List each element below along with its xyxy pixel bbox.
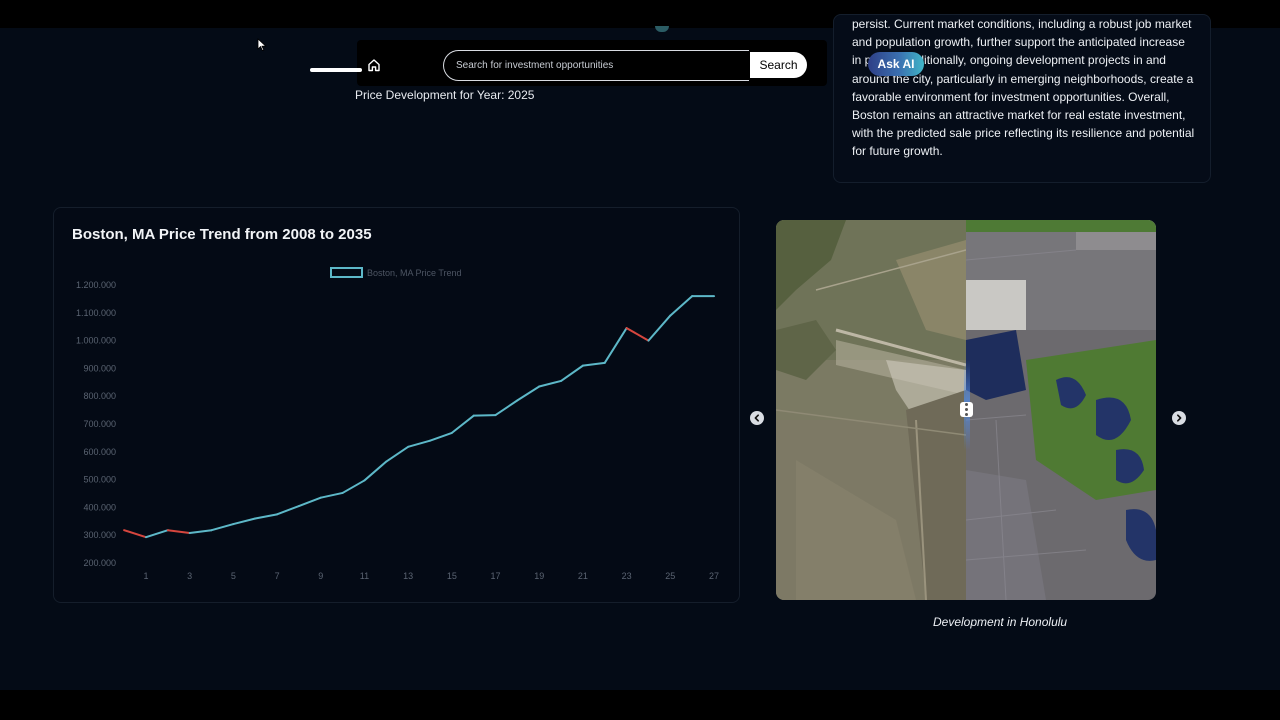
search-button[interactable]: Search [750, 52, 807, 78]
line-segment-down [166, 529, 191, 534]
line-segment-up [297, 496, 322, 508]
nav-indicator [310, 68, 362, 72]
y-tick-label: 700.000 [83, 419, 116, 429]
y-tick-label: 1.000.000 [76, 336, 116, 346]
line-segment-up [669, 295, 694, 317]
line-segment-up [516, 385, 541, 402]
x-tick-label: 9 [318, 571, 323, 581]
carousel-next-button[interactable] [1172, 411, 1186, 425]
x-tick-label: 25 [665, 571, 675, 581]
y-tick-label: 800.000 [83, 391, 116, 401]
line-segment-up [385, 445, 410, 463]
x-tick-label: 13 [403, 571, 413, 581]
ask-ai-button[interactable]: Ask AI [868, 52, 924, 76]
line-segment-up [145, 529, 169, 539]
analysis-text: persist. Current market conditions, incl… [852, 17, 1195, 159]
x-tick-label: 21 [578, 571, 588, 581]
before-aerial-image [776, 220, 966, 600]
x-tick-label: 1 [143, 571, 148, 581]
search-input[interactable] [456, 51, 746, 80]
line-segment-up [538, 379, 563, 388]
line-segment-up [210, 523, 235, 532]
y-tick-label: 600.000 [83, 447, 116, 457]
carousel-caption: Development in Honolulu [933, 615, 1068, 629]
line-segment-up [319, 491, 344, 499]
price-trend-chart: Boston, MA Price Trend 1.200.000 1.100.000… [76, 267, 719, 581]
line-segment-up [472, 414, 497, 417]
line-segment-up [603, 327, 628, 364]
line-segment-up [450, 414, 475, 434]
analysis-card: persist. Current market conditions, incl… [833, 14, 1211, 183]
line-segment-up [407, 439, 431, 448]
line-segment-up [254, 513, 279, 520]
line-segment-down [123, 529, 147, 539]
compare-slider-handle[interactable] [960, 402, 973, 417]
price-development-label: Price Development for Year: 2025 [355, 88, 535, 102]
x-tick-label: 27 [709, 571, 719, 581]
line-segment-down [625, 327, 650, 342]
y-tick-label: 900.000 [83, 363, 116, 373]
x-tick-label: 11 [360, 571, 369, 581]
x-tick-label: 23 [622, 571, 632, 581]
line-segment-up [363, 460, 388, 482]
y-tick-label: 400.000 [83, 502, 116, 512]
x-tick-label: 19 [534, 571, 544, 581]
line-segment-up [341, 479, 366, 494]
line-segment-up [276, 505, 300, 516]
x-tick-label: 5 [231, 571, 236, 581]
x-tick-label: 15 [447, 571, 457, 581]
line-segment-up [188, 529, 213, 534]
browser-bottom-bar [0, 690, 1280, 720]
after-aerial-image [966, 220, 1156, 600]
cursor-arrow-icon [257, 38, 267, 52]
handle-dot [965, 408, 968, 411]
home-icon [368, 59, 380, 72]
y-tick-label: 200.000 [83, 558, 116, 568]
y-tick-label: 1.200.000 [76, 280, 116, 290]
y-tick-label: 300.000 [83, 530, 116, 540]
line-segment-up [560, 364, 584, 382]
legend-label: Boston, MA Price Trend [367, 268, 462, 278]
home-button[interactable] [362, 54, 386, 76]
chevron-right-icon [1177, 414, 1182, 422]
handle-dot [965, 403, 968, 406]
legend-swatch [330, 267, 363, 278]
x-tick-label: 3 [187, 571, 192, 581]
price-trend-chart-card: Boston, MA Price Trend from 2008 to 2035… [53, 207, 740, 603]
line-segment-up [647, 314, 672, 342]
y-tick-label: 500.000 [83, 475, 116, 485]
line-segment-up [494, 399, 519, 417]
line-segment-up [429, 431, 453, 442]
before-after-carousel[interactable] [776, 220, 1156, 600]
x-tick-label: 17 [491, 571, 501, 581]
search-box [443, 50, 749, 81]
handle-dot [965, 413, 968, 416]
carousel-prev-button[interactable] [750, 411, 764, 425]
line-segment-up [581, 361, 606, 367]
y-tick-label: 1.100.000 [76, 308, 116, 318]
x-tick-label: 7 [275, 571, 280, 581]
line-segment-up [232, 517, 257, 526]
chevron-left-icon [754, 414, 759, 422]
